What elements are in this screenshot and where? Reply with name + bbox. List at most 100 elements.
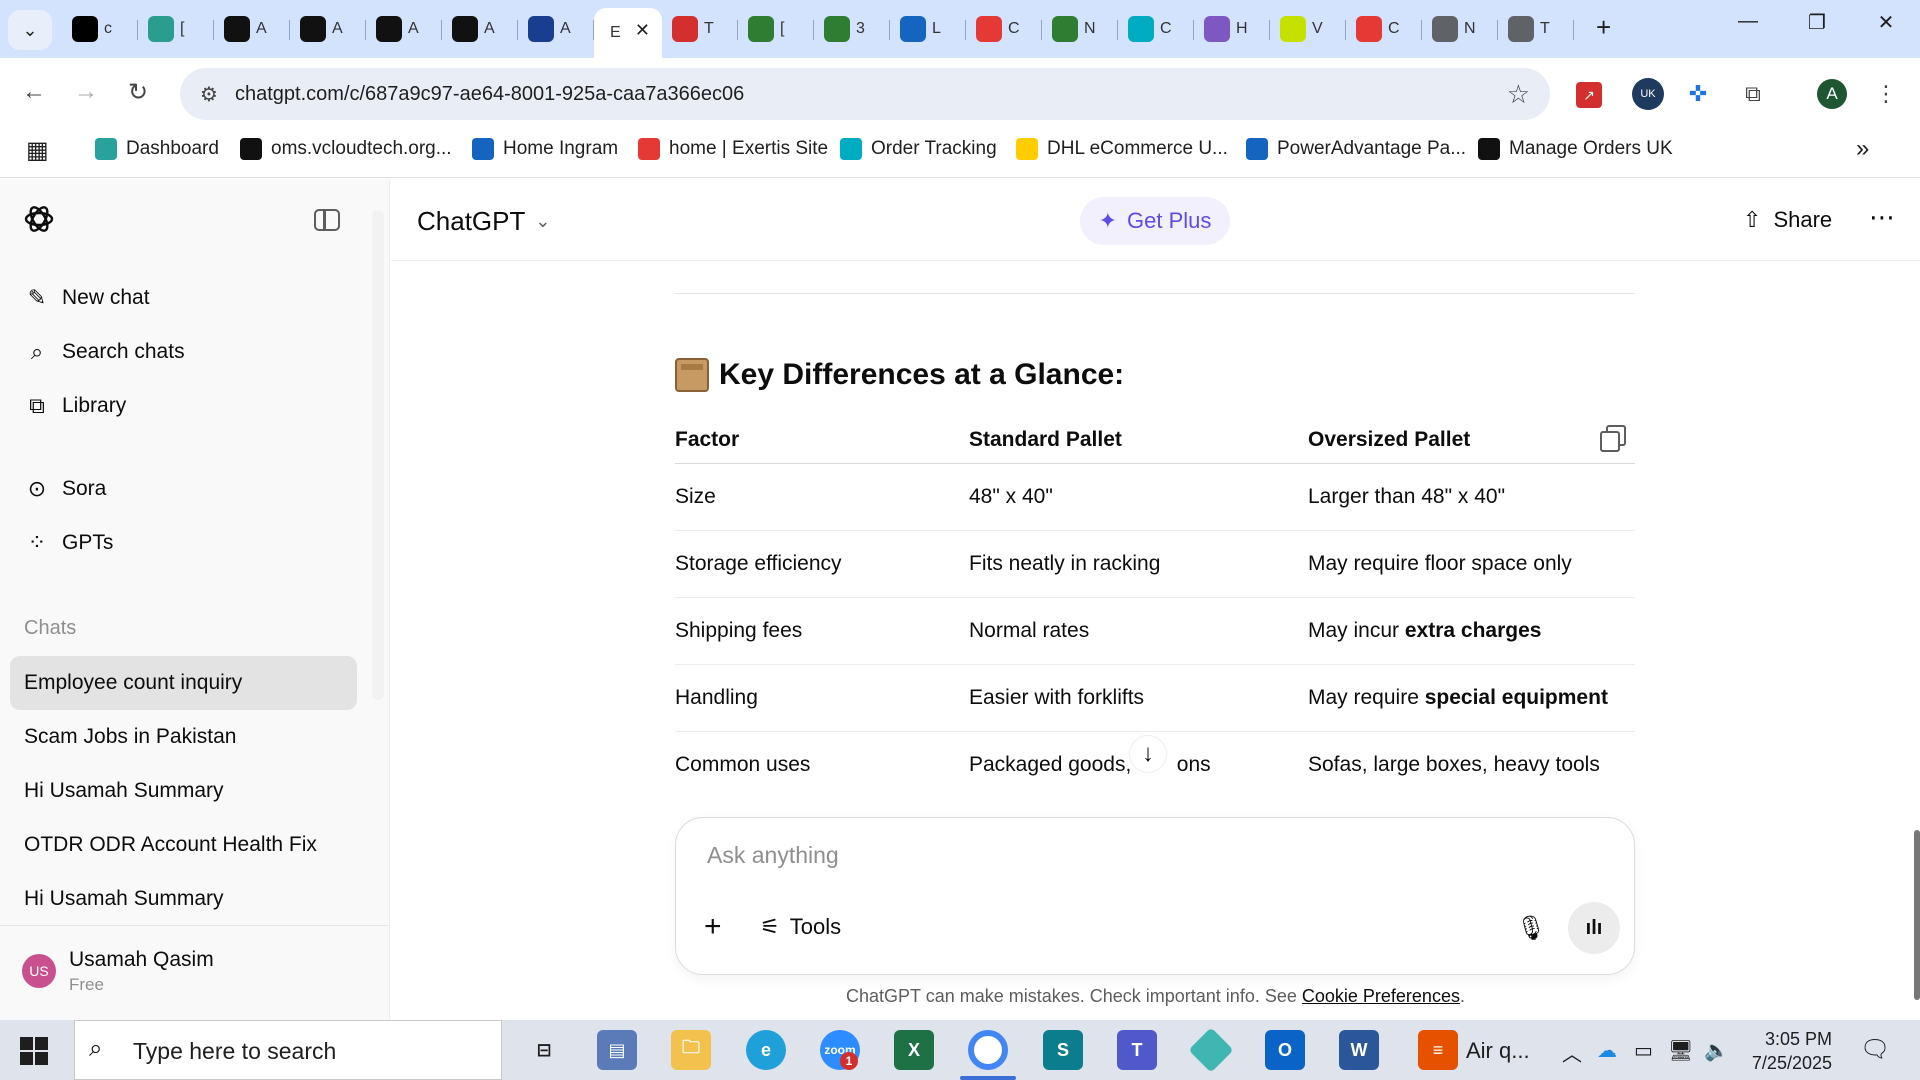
sidebar-toggle-icon[interactable] <box>314 209 340 231</box>
browser-tab[interactable]: A <box>518 8 594 50</box>
browser-tab[interactable]: T <box>1498 8 1574 50</box>
browser-tab[interactable]: [ <box>738 8 814 50</box>
edge-icon[interactable]: e <box>746 1030 786 1070</box>
bookmark-item[interactable]: DHL eCommerce U... <box>1016 138 1228 160</box>
reload-button[interactable]: ↻ <box>128 78 148 107</box>
uk-extension-icon[interactable]: UK <box>1632 78 1664 110</box>
tab-close-icon[interactable]: ✕ <box>635 20 650 41</box>
taskbar-clock[interactable]: 3:05 PM 7/25/2025 <box>1742 1027 1832 1075</box>
bookmark-item[interactable]: Home Ingram <box>472 138 618 160</box>
sora-button[interactable]: ⊙ Sora <box>24 476 107 502</box>
sway-icon[interactable]: S <box>1043 1030 1083 1070</box>
browser-tab[interactable]: T <box>662 8 738 50</box>
browser-tab[interactable]: A <box>290 8 366 50</box>
chat-item[interactable]: Hi Usamah Summary <box>10 872 357 926</box>
extensions-icon[interactable]: ⧉ <box>1737 78 1769 110</box>
word-icon[interactable]: W <box>1339 1030 1379 1070</box>
browser-tab[interactable]: C <box>1118 8 1194 50</box>
browser-tab[interactable]: C <box>1346 8 1422 50</box>
scroll-down-button[interactable]: ↓ <box>1130 736 1166 772</box>
tab-title: N <box>1464 20 1476 37</box>
prompt-input[interactable]: Ask anything <box>707 842 839 869</box>
browser-tab[interactable]: N <box>1422 8 1498 50</box>
outlook-icon[interactable]: O <box>1265 1030 1305 1070</box>
restore-button[interactable]: ❐ <box>1797 10 1837 35</box>
microphone-icon[interactable]: 🎙 <box>1516 914 1546 943</box>
sidebar-scrollbar[interactable] <box>372 210 384 700</box>
voice-mode-button[interactable]: ılı <box>1568 902 1620 954</box>
browser-tab[interactable]: E ✕ <box>594 8 662 58</box>
tools-button[interactable]: ⚟ Tools <box>760 914 841 940</box>
bookmark-item[interactable]: Order Tracking <box>840 138 997 160</box>
get-plus-button[interactable]: ✦ Get Plus <box>1080 197 1230 245</box>
chevron-up-icon[interactable]: ︿ <box>1562 1038 1582 1067</box>
file-explorer-icon[interactable]: 🗀 <box>671 1030 711 1070</box>
browser-tab[interactable]: A <box>442 8 518 50</box>
chat-item[interactable]: Hi Usamah Summary <box>10 764 357 818</box>
more-bookmarks-icon[interactable]: » <box>1856 135 1869 163</box>
chat-item[interactable]: Employee count inquiry <box>10 656 357 710</box>
share-button[interactable]: ⇧ Share <box>1743 207 1832 233</box>
chatgpt-logo-icon[interactable] <box>22 202 56 236</box>
disclaimer: ChatGPT can make mistakes. Check importa… <box>391 986 1920 1007</box>
chat-item[interactable]: OTDR ODR Account Health Fix <box>10 818 357 872</box>
air-quality-label[interactable]: Air q... <box>1466 1038 1530 1064</box>
browser-tab[interactable]: A <box>366 8 442 50</box>
bookmark-item[interactable]: home | Exertis Site <box>638 138 828 160</box>
gpts-button[interactable]: ⁘ GPTs <box>24 530 114 556</box>
close-window-button[interactable]: ✕ <box>1866 10 1906 35</box>
task-view-icon[interactable]: ⊟ <box>524 1030 564 1070</box>
url-text[interactable]: chatgpt.com/c/687a9c97-ae64-8001-925a-ca… <box>235 83 744 106</box>
app-diamond-icon[interactable] <box>1188 1027 1234 1073</box>
tab-search-button[interactable]: ⌄ <box>8 10 52 50</box>
message-composer[interactable]: Ask anything + ⚟ Tools 🎙 ılı <box>675 817 1635 975</box>
address-bar[interactable]: ⚙ chatgpt.com/c/687a9c97-ae64-8001-925a-… <box>180 68 1550 120</box>
copy-table-icon[interactable] <box>1600 425 1626 452</box>
browser-tab[interactable]: N <box>1042 8 1118 50</box>
library-button[interactable]: ⧉ Library <box>24 393 126 419</box>
browser-tab[interactable]: C <box>966 8 1042 50</box>
new-tab-button[interactable]: + <box>1596 12 1611 43</box>
battery-icon[interactable]: ▭ <box>1634 1038 1653 1063</box>
network-icon[interactable]: 🖥 <box>1668 1038 1693 1063</box>
profile-avatar[interactable]: A <box>1817 79 1847 109</box>
teams-icon[interactable]: T <box>1117 1030 1157 1070</box>
add-attachment-icon[interactable]: + <box>704 910 722 944</box>
more-options-button[interactable]: ⋯ <box>1869 202 1896 233</box>
chat-item[interactable]: Scam Jobs in Pakistan <box>10 710 357 764</box>
bookmark-item[interactable]: oms.vcloudtech.org... <box>240 138 452 160</box>
calculator-icon[interactable]: ▤ <box>597 1030 637 1070</box>
browser-tab[interactable]: H <box>1194 8 1270 50</box>
site-info-icon[interactable]: ⚙ <box>200 82 218 107</box>
new-chat-button[interactable]: ✎ New chat <box>24 285 150 311</box>
chrome-icon[interactable] <box>968 1030 1008 1070</box>
excel-icon[interactable]: X <box>894 1030 934 1070</box>
puzzle-cross-extension-icon[interactable]: ✜ <box>1682 78 1714 110</box>
browser-tab[interactable]: 3 <box>814 8 890 50</box>
model-selector[interactable]: ChatGPT ⌄ <box>417 206 550 237</box>
bookmark-star-icon[interactable]: ☆ <box>1507 79 1530 110</box>
browser-tab[interactable]: c <box>62 8 138 50</box>
bookmark-item[interactable]: Manage Orders UK <box>1478 138 1673 160</box>
user-profile-button[interactable]: US Usamah Qasim Free <box>0 925 389 1020</box>
volume-icon[interactable]: 🔈 <box>1704 1038 1729 1063</box>
browser-menu-icon[interactable]: ⋮ <box>1870 78 1902 110</box>
apps-grid-icon[interactable]: ▦ <box>26 136 49 165</box>
cookie-preferences-link[interactable]: Cookie Preferences <box>1302 986 1460 1006</box>
back-button[interactable]: ← <box>22 78 46 106</box>
minimize-button[interactable]: — <box>1728 10 1768 33</box>
main-scrollbar[interactable] <box>1914 830 1920 1000</box>
taskbar-search[interactable]: ⌕ Type here to search <box>74 1020 502 1080</box>
bookmark-item[interactable]: PowerAdvantage Pa... <box>1246 138 1466 160</box>
windows-start-icon[interactable] <box>20 1037 48 1065</box>
browser-tab[interactable]: V <box>1270 8 1346 50</box>
pdf-extension-icon[interactable]: ↗ <box>1576 82 1602 108</box>
search-chats-button[interactable]: ⌕ Search chats <box>24 339 185 365</box>
bookmark-item[interactable]: Dashboard <box>95 138 219 160</box>
browser-tab[interactable]: [ <box>138 8 214 50</box>
browser-tab[interactable]: A <box>214 8 290 50</box>
notifications-icon[interactable]: 🗨 <box>1860 1035 1890 1064</box>
browser-tab[interactable]: L <box>890 8 966 50</box>
forward-button[interactable]: → <box>74 78 98 106</box>
onedrive-icon[interactable]: ☁ <box>1597 1038 1617 1063</box>
